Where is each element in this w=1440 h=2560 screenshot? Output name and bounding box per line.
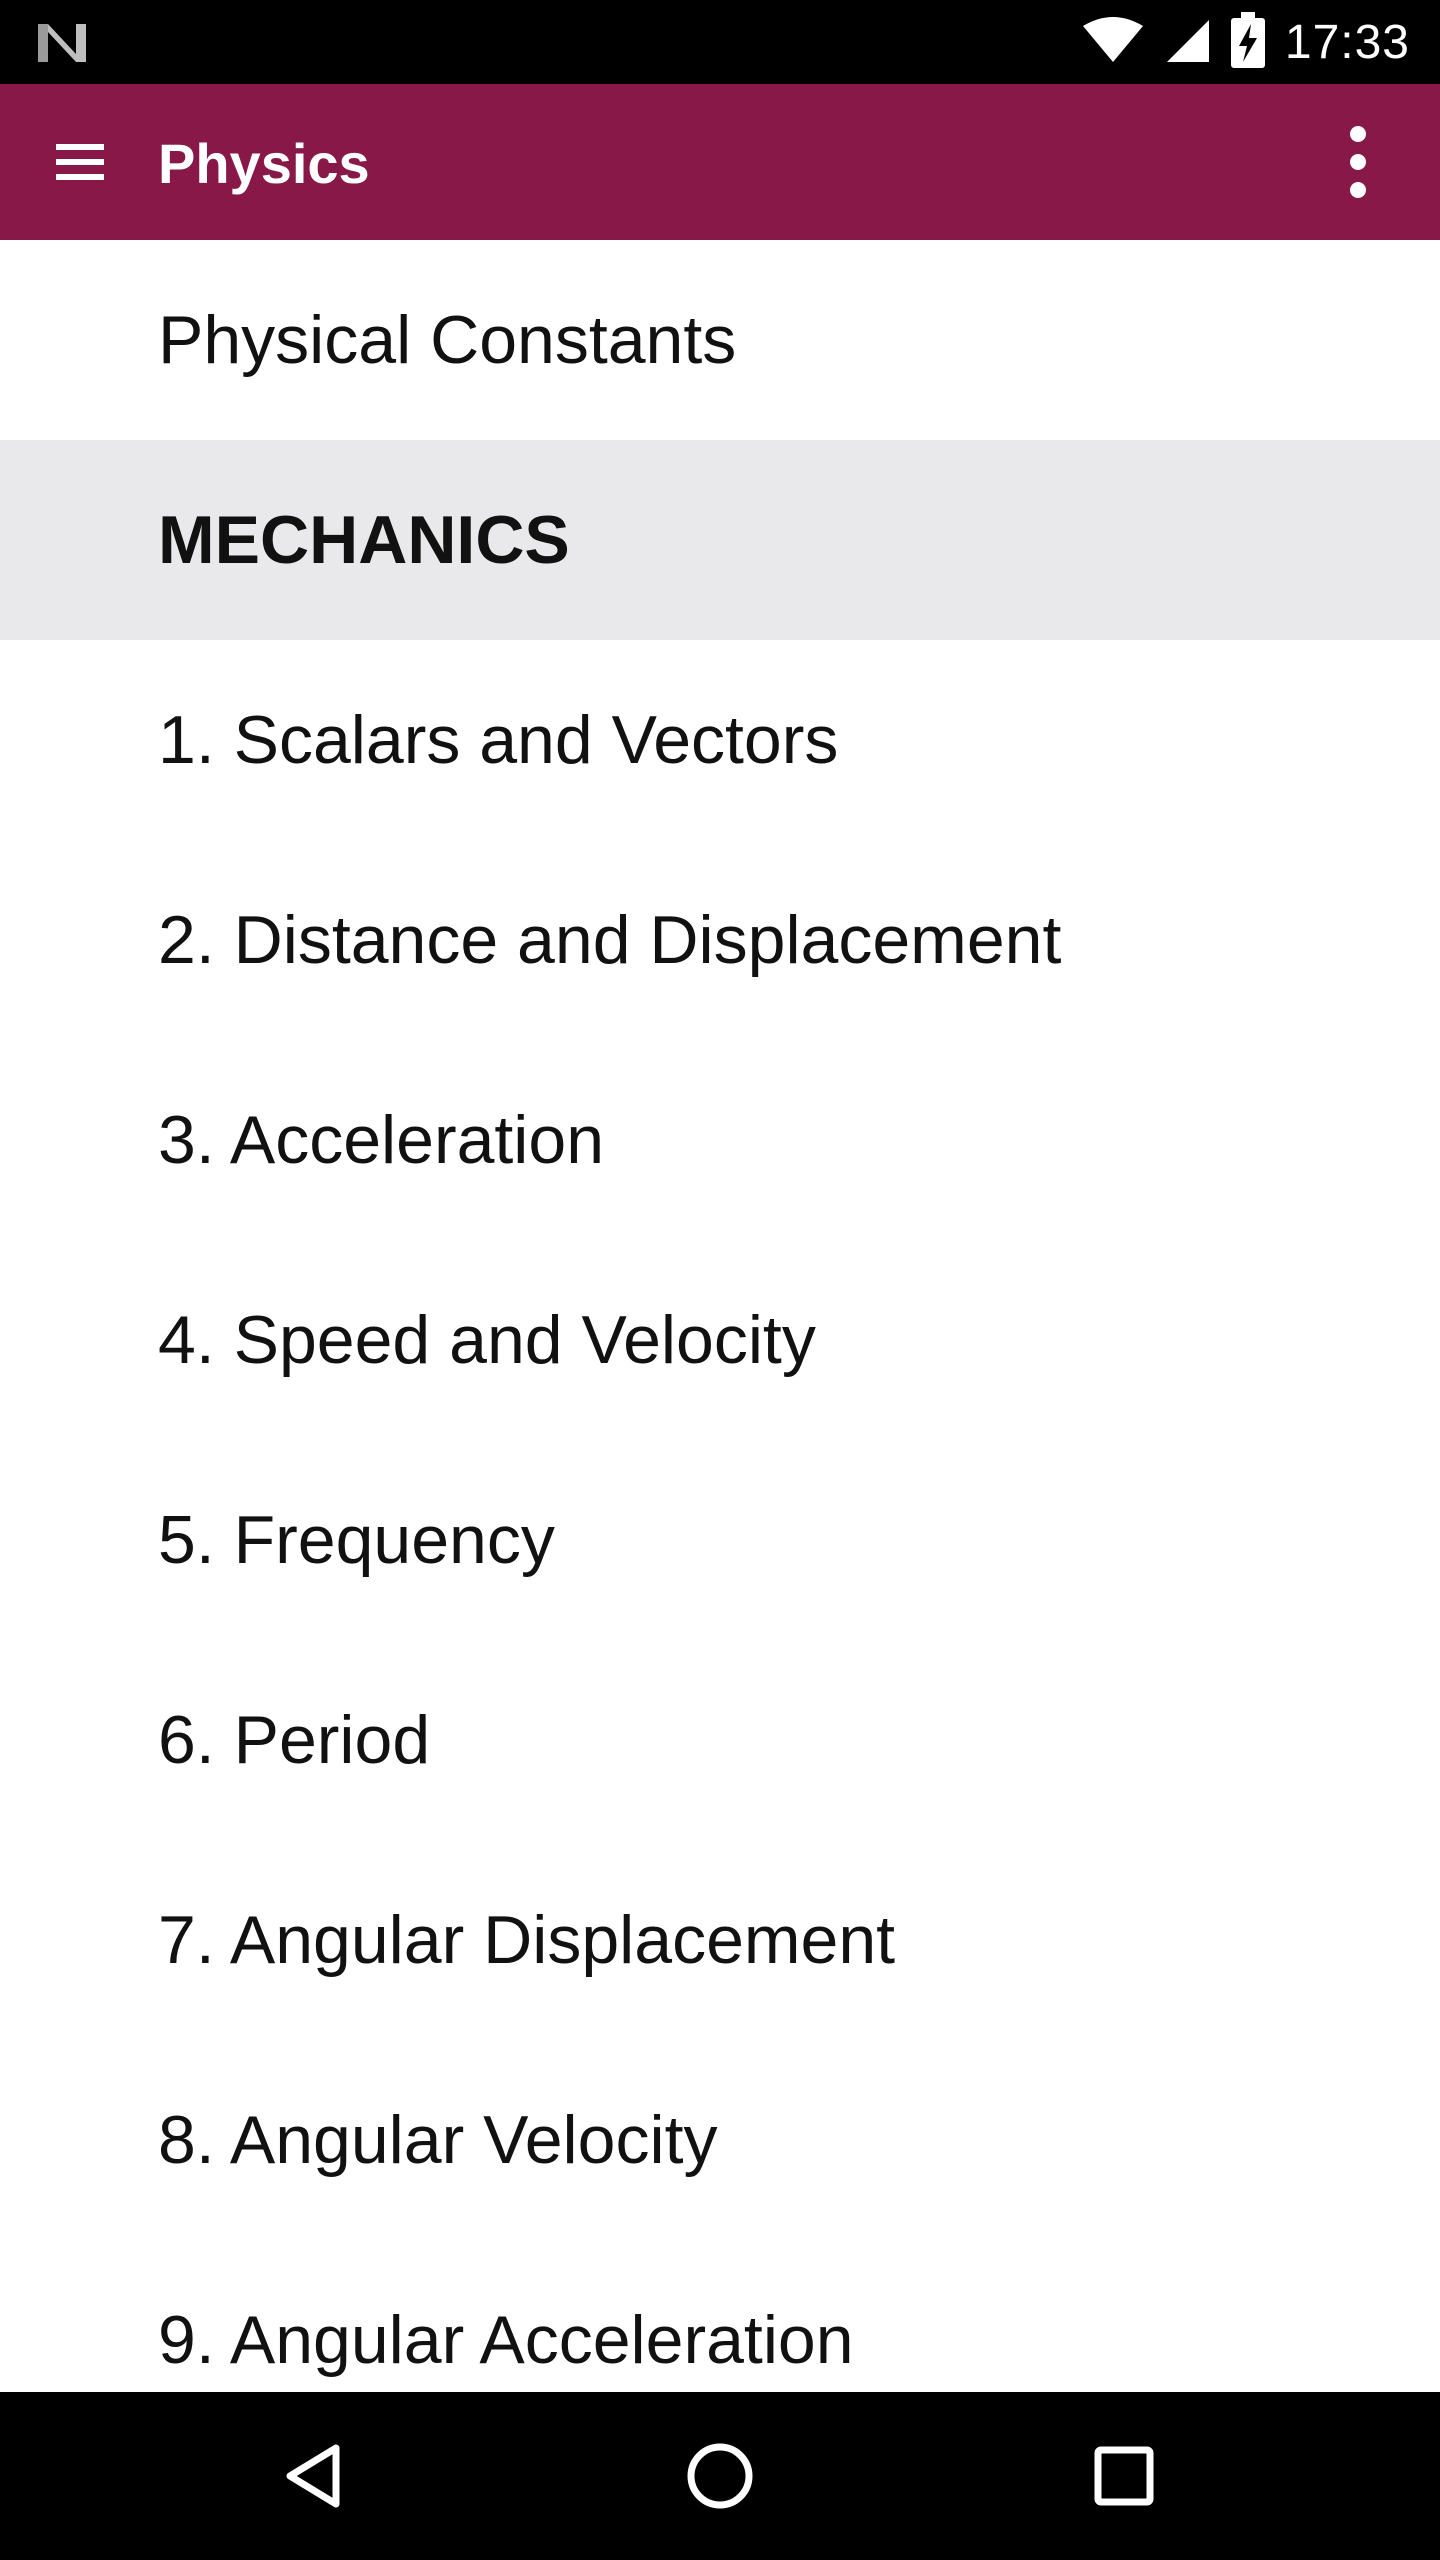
list-item[interactable]: 4. Speed and Velocity (0, 1240, 1440, 1440)
list-item[interactable]: 2. Distance and Displacement (0, 840, 1440, 1040)
list-item[interactable]: 8. Angular Velocity (0, 2040, 1440, 2240)
app-bar: Physics (0, 84, 1440, 240)
list-item[interactable]: 6. Period (0, 1640, 1440, 1840)
list-item-physical-constants[interactable]: Physical Constants (0, 240, 1440, 440)
list-item[interactable]: 5. Frequency (0, 1440, 1440, 1640)
battery-charging-icon (1230, 11, 1265, 73)
recents-icon[interactable] (1084, 2436, 1164, 2516)
notification-n-icon (34, 18, 90, 66)
list-item[interactable]: 3. Acceleration (0, 1040, 1440, 1240)
list-item[interactable]: 9. Angular Acceleration (0, 2240, 1440, 2392)
wifi-icon (1081, 16, 1145, 69)
cell-signal-icon (1165, 16, 1211, 69)
screen: 17:33 Physics Physical Constants MECHANI… (0, 0, 1440, 2560)
back-icon[interactable] (276, 2436, 356, 2516)
list-item[interactable]: 7. Angular Displacement (0, 1840, 1440, 2040)
status-bar: 17:33 (0, 0, 1440, 84)
navigation-bar (0, 2392, 1440, 2560)
list-item[interactable]: 1. Scalars and Vectors (0, 640, 1440, 840)
home-icon[interactable] (680, 2436, 760, 2516)
section-header-mechanics: MECHANICS (0, 440, 1440, 640)
menu-icon[interactable] (54, 136, 106, 188)
status-clock: 17:33 (1284, 15, 1410, 69)
topic-list: Physical Constants MECHANICS 1. Scalars … (0, 240, 1440, 2392)
overflow-menu-icon[interactable] (1336, 124, 1380, 200)
app-title: Physics (158, 132, 370, 195)
